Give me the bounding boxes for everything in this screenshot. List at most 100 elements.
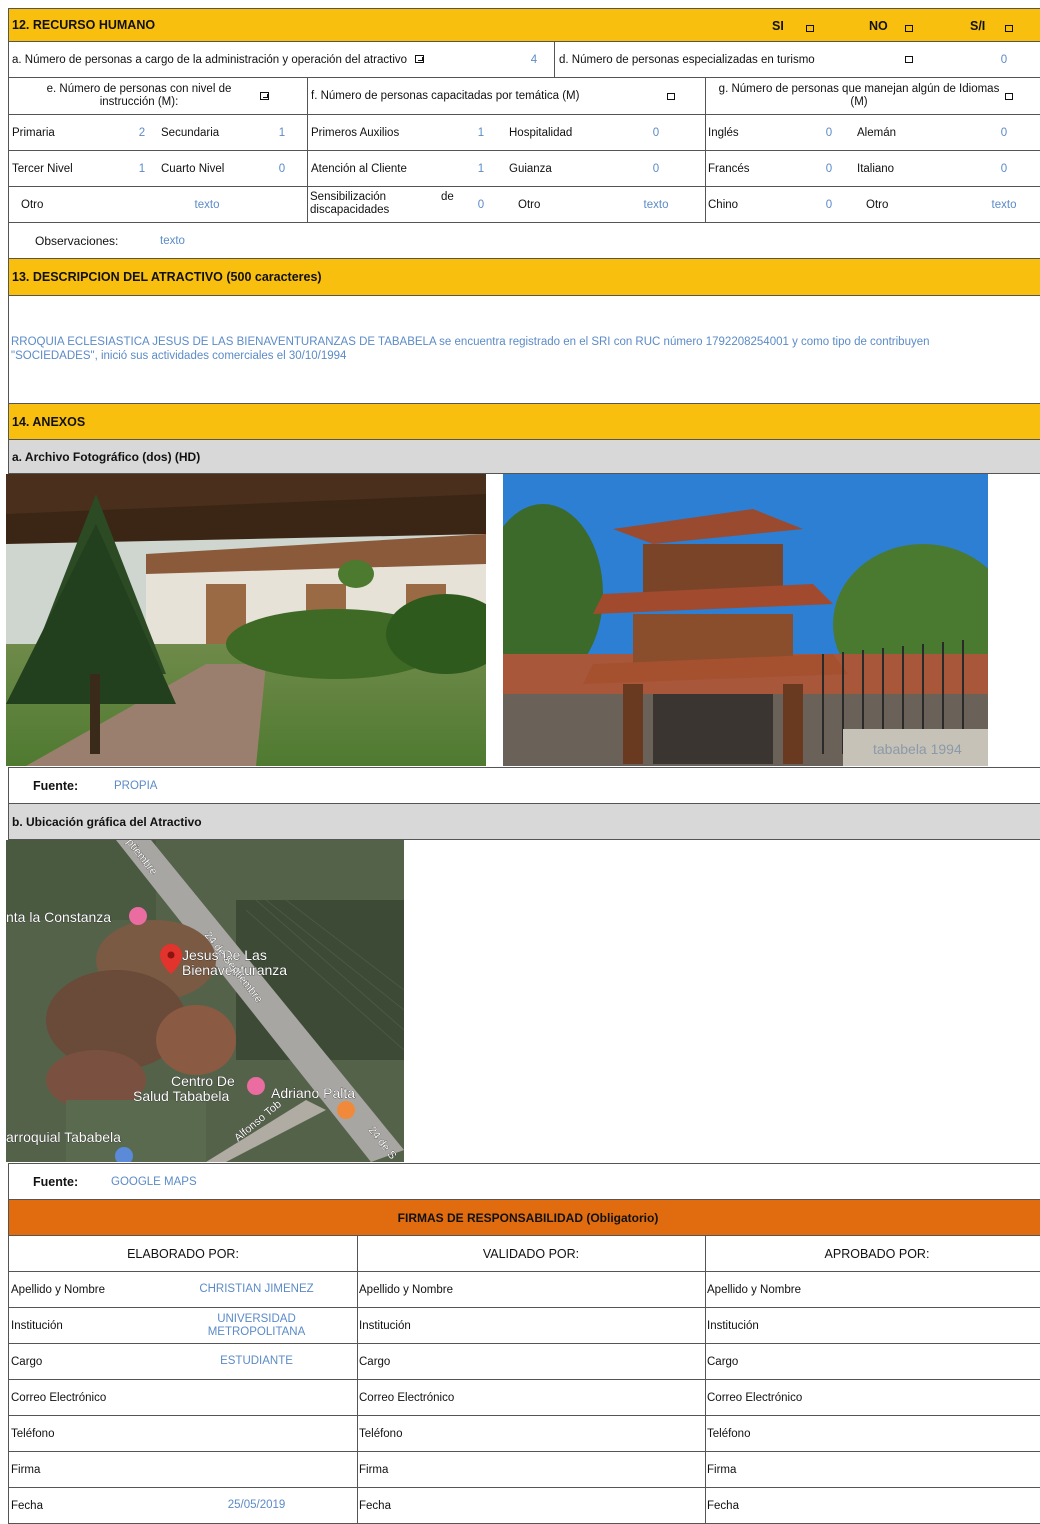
sensibilizacion-label: Sensibilización	[310, 191, 387, 203]
firma-correo-electr-nico-label: Correo Electrónico	[707, 1391, 803, 1404]
section-12-header: 12. RECURSO HUMANO SI NO S/I	[8, 8, 1040, 42]
hospital-marker-icon[interactable]	[247, 1077, 265, 1095]
secundaria-value: 1	[278, 126, 286, 139]
frances-label: Francés	[708, 162, 750, 175]
section-14-title: 14. ANEXOS	[12, 414, 86, 429]
map-label-centro-1: Centro De	[171, 1073, 235, 1089]
section-13-title: 13. DESCRIPCION DEL ATRACTIVO (500 carac…	[12, 270, 322, 284]
firma-fecha-value: 25/05/2019	[227, 1499, 286, 1511]
chino-value: 0	[825, 198, 833, 211]
firma-instituci-n-label: Institución	[359, 1319, 411, 1332]
fuente-b-row: Fuente: GOOGLE MAPS	[8, 1164, 1040, 1200]
firma-fecha-label: Fecha	[11, 1499, 43, 1512]
firma-row: Apellido y Nombre Apellido y Nombre Apelli…	[8, 1272, 1040, 1308]
aleman-label: Alemán	[857, 126, 896, 139]
fuente-b-value: GOOGLE MAPS	[111, 1175, 197, 1188]
observaciones-row: Observaciones: texto	[8, 223, 1040, 259]
fuente-a-value: PROPIA	[114, 779, 158, 792]
instruccion-row-3: Otro texto Sensibilización discapacidade…	[8, 187, 1040, 223]
firma-cargo-label: Cargo	[359, 1355, 391, 1368]
firma-row: Correo Electrónico Correo Electrónico Corr…	[8, 1380, 1040, 1416]
si-label: SI	[772, 19, 784, 33]
primeros-auxilios-label: Primeros Auxilios	[311, 126, 400, 139]
ubicacion-subheader: b. Ubicación gráfica del Atractivo	[8, 804, 1040, 840]
instruccion-row-2: Tercer Nivel 1 Cuarto Nivel 0 Atención a…	[8, 151, 1040, 187]
sin-info-label: S/I	[970, 19, 986, 33]
fuente-a-row: Fuente: PROPIA	[8, 768, 1040, 804]
firma-correo-electr-nico-label: Correo Electrónico	[359, 1391, 455, 1404]
observaciones-value: texto	[160, 234, 185, 247]
firma-apellido-y-nombre-label: Apellido y Nombre	[359, 1283, 453, 1296]
fotografico-title: a. Archivo Fotográfico (dos) (HD)	[12, 449, 201, 464]
chino-label: Chino	[708, 198, 739, 211]
firma-tel-fono-label: Teléfono	[359, 1427, 403, 1440]
hospitalidad-label: Hospitalidad	[509, 126, 573, 139]
firma-firma-label: Firma	[11, 1463, 41, 1476]
elaborado-heading: ELABORADO POR:	[127, 1246, 239, 1261]
aprobado-heading: APROBADO POR:	[824, 1246, 930, 1261]
f-checkbox[interactable]	[667, 92, 675, 100]
si-checkbox[interactable]	[806, 25, 814, 33]
otro-tematica-value: texto	[643, 198, 669, 211]
e-label: e. Número de personas con nivel de instr…	[46, 83, 232, 108]
d-checkbox[interactable]	[905, 56, 913, 63]
photo-tower: tababela 1994	[503, 474, 988, 766]
firma-row: Firma Firma Firma	[8, 1452, 1040, 1488]
firma-cargo-value: ESTUDIANTE	[220, 1355, 293, 1367]
a-checkbox[interactable]	[415, 55, 425, 64]
firma-apellido-y-nombre-label: Apellido y Nombre	[11, 1283, 105, 1296]
sin-info-checkbox[interactable]	[1005, 25, 1013, 33]
a-label: a. Número de personas a cargo de la admi…	[12, 53, 408, 66]
tower-sign-text: tababela 1994	[873, 741, 962, 757]
map-area: nta la Constanza Jesus De Las Bienaventu…	[6, 840, 1040, 1164]
location-map[interactable]: nta la Constanza Jesus De Las Bienaventu…	[6, 840, 404, 1162]
italiano-value: 0	[1000, 162, 1008, 175]
map-label-quinta: nta la Constanza	[6, 909, 111, 925]
firma-cargo-label: Cargo	[11, 1355, 43, 1368]
observaciones-label: Observaciones:	[35, 233, 119, 248]
no-checkbox[interactable]	[905, 25, 913, 33]
firma-correo-electr-nico-label: Correo Electrónico	[11, 1391, 107, 1404]
primaria-label: Primaria	[12, 126, 55, 139]
firmas-title: FIRMAS DE RESPONSABILIDAD (Obligatorio)	[397, 1210, 659, 1225]
firma-instituci-n-value: UNIVERSIDAD	[217, 1312, 296, 1325]
firma-apellido-y-nombre-value: CHRISTIAN JIMENEZ	[199, 1283, 314, 1295]
secundaria-label: Secundaria	[161, 126, 220, 139]
atencion-cliente-value: 1	[477, 162, 485, 175]
quinta-marker-icon[interactable]	[129, 907, 147, 925]
atencion-cliente-label: Atención al Cliente	[311, 162, 407, 175]
otro-instruccion-value: texto	[194, 198, 220, 211]
cuarto-nivel-value: 0	[278, 162, 286, 175]
ingles-value: 0	[825, 126, 833, 139]
firma-firma-label: Firma	[707, 1463, 737, 1476]
restaurant-marker-icon[interactable]	[337, 1101, 355, 1119]
otro-instruccion-label: Otro	[21, 198, 44, 211]
primaria-value: 2	[138, 126, 146, 139]
tercer-nivel-label: Tercer Nivel	[12, 162, 73, 175]
guianza-label: Guianza	[509, 162, 552, 175]
firma-row: Teléfono Teléfono Teléfono	[8, 1416, 1040, 1452]
otro-idioma-value: texto	[991, 198, 1017, 211]
otro-idioma-label: Otro	[866, 198, 889, 211]
g-checkbox[interactable]	[1005, 92, 1013, 100]
firma-row: Fecha Fecha Fecha 25/05/2019	[8, 1488, 1040, 1524]
firma-tel-fono-label: Teléfono	[707, 1427, 751, 1440]
map-label-adriano: Adriano Palta	[271, 1085, 355, 1101]
e-checkbox[interactable]	[259, 92, 269, 100]
firma-fecha-label: Fecha	[359, 1499, 391, 1512]
map-label-parroquial: arroquial Tababela	[6, 1129, 121, 1145]
section-13-header: 13. DESCRIPCION DEL ATRACTIVO (500 carac…	[8, 259, 1040, 296]
firma-firma-label: Firma	[359, 1463, 389, 1476]
sensibilizacion-de: de	[441, 191, 454, 203]
firmas-columns: ELABORADO POR: VALIDADO POR: APROBADO PO…	[8, 1236, 1040, 1272]
photo-garden	[6, 474, 486, 766]
discapacidades-label: discapacidades	[310, 204, 390, 216]
validado-heading: VALIDADO POR:	[482, 1246, 580, 1261]
frances-value: 0	[825, 162, 833, 175]
tercer-nivel-value: 1	[138, 162, 146, 175]
firma-row: Cargo Cargo Cargo ESTUDIANTE	[8, 1344, 1040, 1380]
map-label-centro-2: Salud Tababela	[133, 1088, 229, 1104]
sensibilizacion-value: 0	[477, 198, 485, 211]
descripcion-line-1: RROQUIA ECLESIASTICA JESUS DE LAS BIENAV…	[11, 336, 930, 348]
firma-instituci-n-value: METROPOLITANA	[207, 1325, 306, 1338]
